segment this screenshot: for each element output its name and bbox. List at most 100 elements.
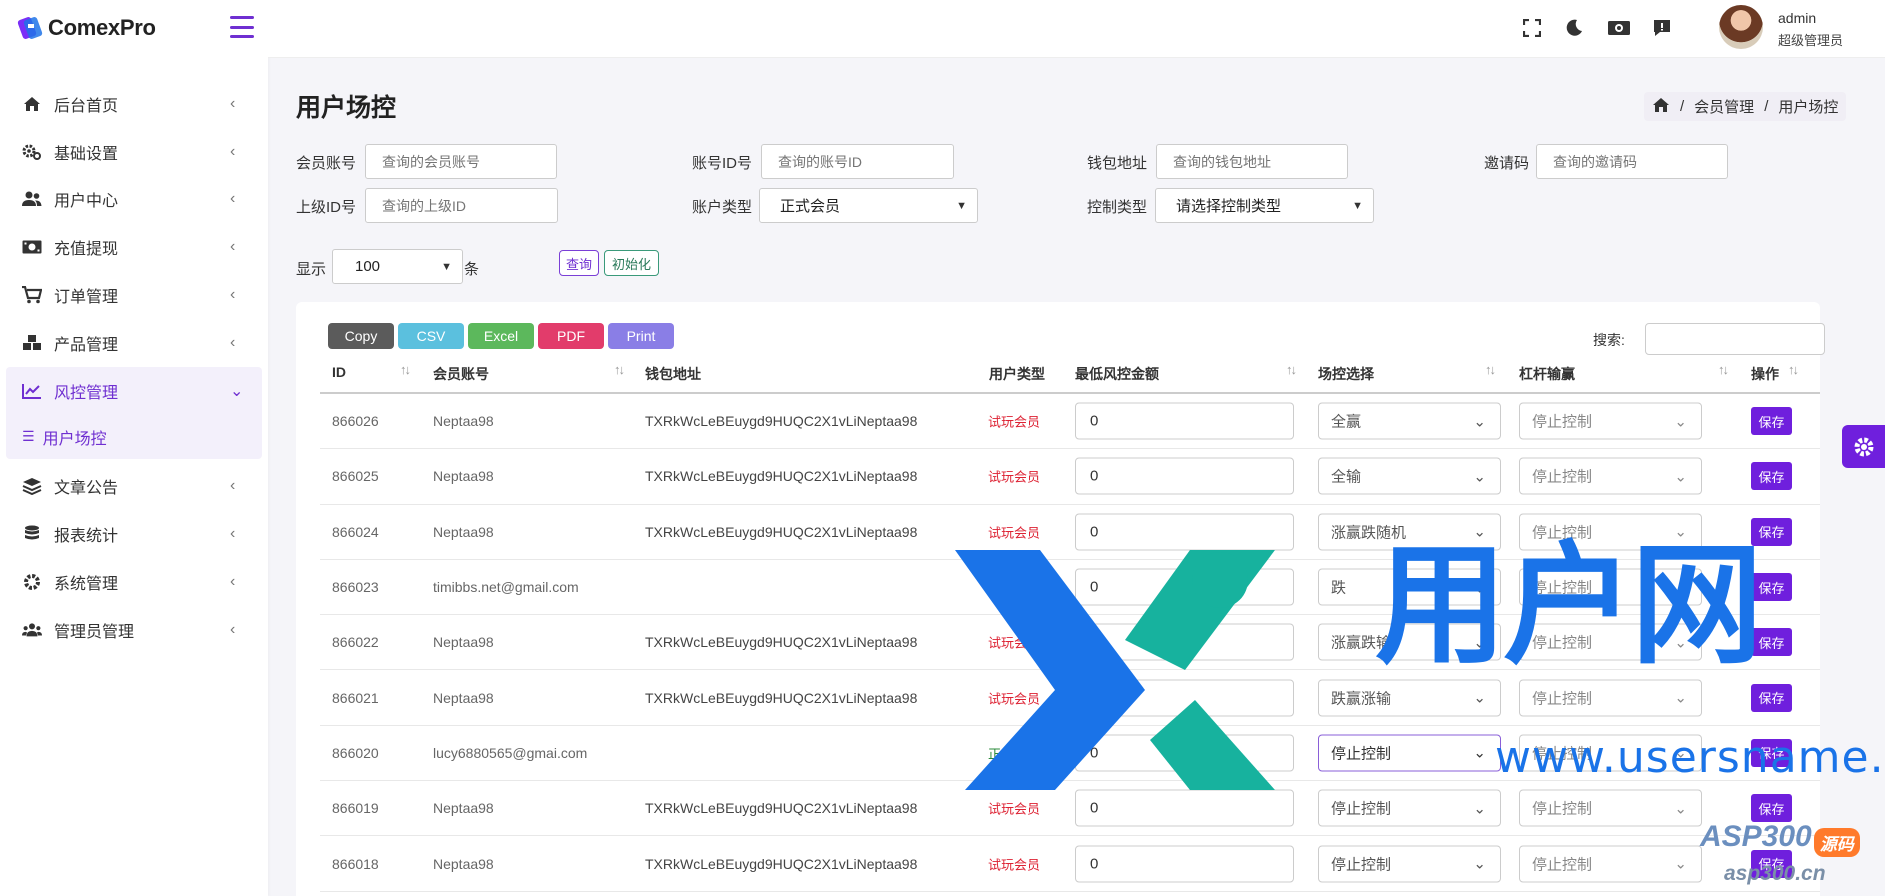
field-control-select[interactable]: 涨赢跌输 ⌄ (1318, 623, 1501, 661)
column-header-id[interactable]: ID (332, 364, 346, 380)
leverage-select[interactable]: 停止控制 ⌄ (1519, 679, 1702, 717)
min-amount-input[interactable]: 0 (1075, 679, 1294, 717)
sidebar-item-label: 风控管理 (54, 384, 119, 402)
leverage-select[interactable]: 停止控制 ⌄ (1519, 623, 1702, 661)
sidebar-item-label: 基础设置 (54, 145, 119, 163)
brand[interactable]: ComexPro (0, 0, 268, 56)
column-header-wallet[interactable]: 钱包地址 (645, 364, 701, 384)
query-button[interactable]: 查询 (559, 250, 599, 276)
sort-icon[interactable]: ↑↓ (1485, 362, 1496, 377)
field-control-select[interactable]: 跌赢涨输 ⌄ (1318, 679, 1501, 717)
min-amount-input[interactable]: 0 (1075, 513, 1294, 551)
sidebar-item-deposit-withdraw[interactable]: 充值提现 ‹ (0, 223, 268, 271)
sidebar-item-home[interactable]: 后台首页 ‹ (0, 80, 268, 128)
min-amount-input[interactable]: 0 (1075, 568, 1294, 606)
chevron-down-icon: ⌄ (230, 382, 244, 400)
leverage-select[interactable]: 停止控制 ⌄ (1519, 457, 1702, 495)
account-type-value: 正式会员 (780, 198, 841, 215)
chevron-left-icon: ‹ (230, 620, 236, 638)
home-icon[interactable] (1652, 97, 1670, 117)
sort-icon[interactable]: ↑↓ (1286, 362, 1297, 377)
sidebar-item-products[interactable]: 产品管理 ‹ (0, 319, 268, 367)
breadcrumb-item-current: 用户场控 (1778, 99, 1839, 116)
save-button[interactable]: 保存 (1751, 683, 1792, 712)
min-amount-input[interactable]: 0 (1075, 457, 1294, 495)
sidebar-item-user-center[interactable]: 用户中心 ‹ (0, 176, 268, 224)
sidebar-subitem-user-field-control[interactable]: ☰ 用户场控 (6, 414, 262, 459)
chevron-down-icon: ⌄ (1674, 523, 1687, 541)
field-control-select[interactable]: 跌 ⌄ (1318, 568, 1501, 606)
save-button[interactable]: 保存 (1751, 738, 1792, 767)
breadcrumb-item[interactable]: 会员管理 (1694, 96, 1754, 117)
column-header-account[interactable]: 会员账号 (433, 364, 489, 384)
dark-mode-moon-icon[interactable] (1563, 17, 1585, 39)
fullscreen-icon[interactable] (1521, 17, 1543, 39)
min-amount-input[interactable]: 0 (1075, 789, 1294, 827)
sort-icon[interactable]: ↑↓ (400, 362, 411, 377)
avatar[interactable] (1719, 5, 1763, 49)
control-type-select[interactable]: 请选择控制类型 ▼ (1155, 188, 1374, 223)
chevron-left-icon: ‹ (230, 286, 236, 304)
leverage-select[interactable]: 停止控制 ⌄ (1519, 513, 1702, 551)
excel-button[interactable]: Excel (468, 323, 534, 349)
field-control-select[interactable]: 全输 ⌄ (1318, 457, 1501, 495)
sidebar-item-orders[interactable]: 订单管理 ‹ (0, 271, 268, 319)
save-button[interactable]: 保存 (1751, 462, 1792, 491)
menu-toggle-icon[interactable] (230, 16, 254, 38)
users-icon (22, 189, 42, 209)
sort-icon[interactable]: ↑↓ (614, 362, 625, 377)
min-amount-input[interactable]: 0 (1075, 734, 1294, 772)
breadcrumb-separator: / (1680, 98, 1685, 115)
sidebar-item-basic-settings[interactable]: 基础设置 ‹ (0, 128, 268, 176)
save-button[interactable]: 保存 (1751, 407, 1792, 436)
leverage-select[interactable]: 停止控制 ⌄ (1519, 734, 1702, 772)
save-button[interactable]: 保存 (1751, 517, 1792, 546)
save-button[interactable]: 保存 (1751, 573, 1792, 602)
field-control-select[interactable]: 停止控制 ⌄ (1318, 734, 1501, 772)
field-control-select[interactable]: 全赢 ⌄ (1318, 402, 1501, 440)
sidebar-item-articles[interactable]: 文章公告 ‹ (0, 463, 268, 511)
money-icon[interactable] (1606, 17, 1632, 39)
min-amount-input[interactable]: 0 (1075, 845, 1294, 883)
settings-gear-icon[interactable] (1842, 425, 1885, 468)
leverage-select[interactable]: 停止控制 ⌄ (1519, 402, 1702, 440)
member-account-input[interactable] (365, 144, 557, 179)
print-button[interactable]: Print (608, 323, 674, 349)
chevron-left-icon: ‹ (230, 573, 236, 591)
leverage-value: 停止控制 (1532, 856, 1593, 874)
field-control-select[interactable]: 涨赢跌随机 ⌄ (1318, 513, 1501, 551)
invite-code-input[interactable] (1536, 144, 1728, 179)
sidebar-item-reports[interactable]: 报表统计 ‹ (0, 510, 268, 558)
sidebar-item-system[interactable]: 系统管理 ‹ (0, 558, 268, 606)
min-amount-input[interactable]: 0 (1075, 402, 1294, 440)
column-header-field-select[interactable]: 场控选择 (1318, 364, 1374, 384)
field-control-select[interactable]: 停止控制 ⌄ (1318, 789, 1501, 827)
save-button[interactable]: 保存 (1751, 794, 1792, 823)
wallet-input[interactable] (1156, 144, 1348, 179)
leverage-select[interactable]: 停止控制 ⌄ (1519, 568, 1702, 606)
csv-button[interactable]: CSV (398, 323, 464, 349)
account-id-input[interactable] (761, 144, 954, 179)
sidebar-item-admins[interactable]: 管理员管理 ‹ (0, 606, 268, 654)
sort-icon[interactable]: ↑↓ (1718, 362, 1729, 377)
leverage-select[interactable]: 停止控制 ⌄ (1519, 789, 1702, 827)
sort-icon[interactable]: ↑↓ (1788, 362, 1799, 377)
column-header-min-amount[interactable]: 最低风控金额 (1075, 364, 1159, 384)
pdf-button[interactable]: PDF (538, 323, 604, 349)
table-search-input[interactable] (1645, 323, 1825, 355)
column-header-leverage[interactable]: 杠杆输赢 (1519, 364, 1575, 384)
field-control-select[interactable]: 停止控制 ⌄ (1318, 845, 1501, 883)
save-button[interactable]: 保存 (1751, 849, 1792, 878)
min-amount-input[interactable]: 0 (1075, 623, 1294, 661)
message-icon[interactable] (1651, 17, 1673, 39)
save-button[interactable]: 保存 (1751, 628, 1792, 657)
reset-button[interactable]: 初始化 (604, 250, 659, 276)
page-size-select[interactable]: 100 ▼ (332, 249, 463, 284)
sidebar-item-risk-control[interactable]: 风控管理 ⌄ (6, 366, 262, 415)
chevron-down-icon: ⌄ (1674, 855, 1687, 873)
copy-button[interactable]: Copy (328, 323, 394, 349)
column-header-user-type[interactable]: 用户类型 (989, 364, 1045, 384)
account-type-select[interactable]: 正式会员 ▼ (759, 188, 978, 223)
parent-id-input[interactable] (365, 188, 558, 223)
leverage-select[interactable]: 停止控制 ⌄ (1519, 845, 1702, 883)
